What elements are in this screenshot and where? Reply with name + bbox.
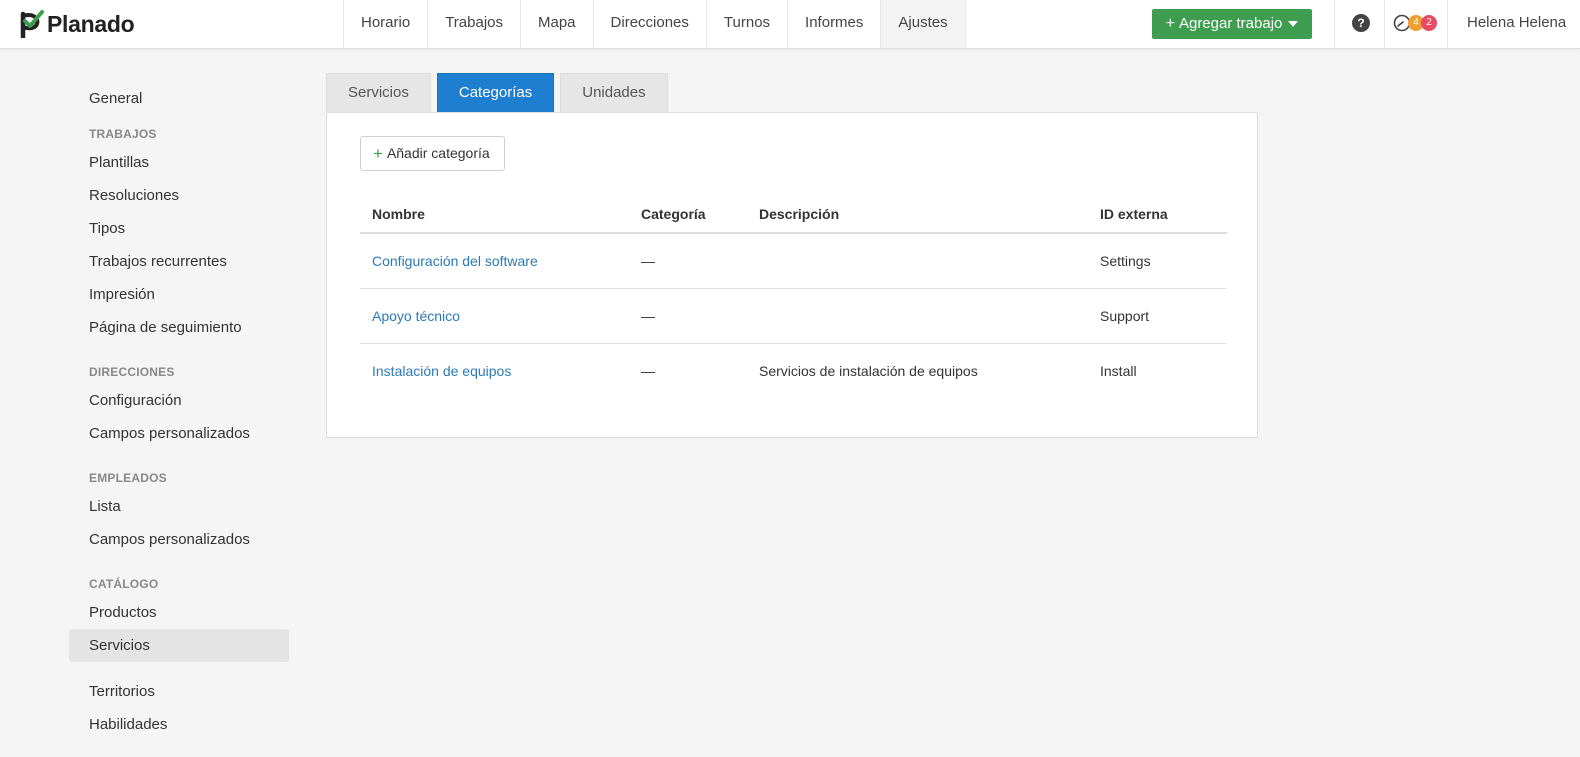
user-menu[interactable]: Helena Helena xyxy=(1467,0,1566,48)
help-icon[interactable]: ? xyxy=(1352,14,1370,32)
top-navbar: Planado Horario Trabajos Mapa Direccione… xyxy=(0,0,1580,49)
tab-servicios[interactable]: Servicios xyxy=(326,73,431,113)
divider xyxy=(1334,0,1335,48)
sidebar-heading-catalogo: CATÁLOGO xyxy=(89,577,159,591)
plus-icon: + xyxy=(373,144,383,163)
sidebar-item-pagina-seguimiento[interactable]: Página de seguimiento xyxy=(69,311,289,344)
category-external-id: Settings xyxy=(1088,233,1227,289)
category-parent: — xyxy=(629,288,747,344)
tab-unidades[interactable]: Unidades xyxy=(560,73,668,113)
sidebar-item-general[interactable]: General xyxy=(69,82,289,115)
nav-ajustes[interactable]: Ajustes xyxy=(881,0,966,48)
sidebar-item-tipos[interactable]: Tipos xyxy=(69,212,289,245)
sidebar-heading-empleados: EMPLEADOS xyxy=(89,471,167,485)
sidebar-heading-trabajos: TRABAJOS xyxy=(89,127,157,141)
sidebar-item-lista[interactable]: Lista xyxy=(69,490,289,523)
column-header-nombre[interactable]: Nombre xyxy=(360,195,629,234)
category-name-link[interactable]: Apoyo técnico xyxy=(360,288,629,344)
logo-icon xyxy=(20,10,44,38)
category-name-link[interactable]: Configuración del software xyxy=(360,233,629,289)
notifications[interactable]: 4 2 xyxy=(1393,13,1437,33)
sidebar-item-campos-direcciones[interactable]: Campos personalizados xyxy=(69,417,289,450)
nav-mapa[interactable]: Mapa xyxy=(521,0,594,48)
tab-categorias[interactable]: Categorías xyxy=(436,73,555,113)
sidebar-item-plantillas[interactable]: Plantillas xyxy=(69,146,289,179)
add-job-label: Agregar trabajo xyxy=(1178,15,1283,32)
nav-informes[interactable]: Informes xyxy=(788,0,882,48)
sidebar-item-productos[interactable]: Productos xyxy=(69,596,289,629)
add-job-button[interactable]: + Agregar trabajo xyxy=(1152,9,1312,39)
category-description xyxy=(747,233,1088,289)
table-row[interactable]: Configuración del software — Settings xyxy=(360,233,1227,289)
column-header-categoria[interactable]: Categoría xyxy=(629,195,747,234)
categories-table: Nombre Categoría Descripción ID externa … xyxy=(360,195,1227,398)
category-name-link[interactable]: Instalación de equipos xyxy=(360,343,629,398)
notification-badge-red: 2 xyxy=(1421,15,1437,31)
sidebar-item-campos-empleados[interactable]: Campos personalizados xyxy=(69,523,289,556)
caret-down-icon xyxy=(1288,21,1299,28)
logo-text: Planado xyxy=(47,10,135,37)
category-description xyxy=(747,288,1088,344)
categories-panel: + Añadir categoría Nombre Categoría Desc… xyxy=(326,112,1258,438)
sidebar-item-servicios[interactable]: Servicios xyxy=(69,629,289,662)
column-header-descripcion[interactable]: Descripción xyxy=(747,195,1088,234)
plus-icon: + xyxy=(1165,15,1175,32)
column-header-id-externa[interactable]: ID externa xyxy=(1088,195,1227,234)
nav-turnos[interactable]: Turnos xyxy=(707,0,789,48)
category-external-id: Support xyxy=(1088,288,1227,344)
add-category-label: Añadir categoría xyxy=(386,145,490,161)
settings-sidebar: General TRABAJOS Plantillas Resoluciones… xyxy=(69,82,289,741)
sidebar-item-trabajos-recurrentes[interactable]: Trabajos recurrentes xyxy=(69,245,289,278)
table-header-row: Nombre Categoría Descripción ID externa xyxy=(360,195,1227,234)
divider xyxy=(1384,0,1385,48)
category-external-id: Install xyxy=(1100,362,1137,379)
main-nav: Horario Trabajos Mapa Direcciones Turnos… xyxy=(343,0,966,48)
sidebar-item-resoluciones[interactable]: Resoluciones xyxy=(69,179,289,212)
nav-direcciones[interactable]: Direcciones xyxy=(594,0,707,48)
category-description: Servicios de instalación de equipos xyxy=(759,362,978,379)
divider xyxy=(1447,0,1448,48)
category-parent: — xyxy=(641,362,655,379)
sidebar-item-territorios[interactable]: Territorios xyxy=(69,675,289,708)
sidebar-item-habilidades[interactable]: Habilidades xyxy=(69,708,289,741)
sidebar-item-configuracion[interactable]: Configuración xyxy=(69,384,289,417)
category-parent: — xyxy=(629,233,747,289)
sidebar-item-impresion[interactable]: Impresión xyxy=(69,278,289,311)
add-category-button[interactable]: + Añadir categoría xyxy=(360,136,505,171)
table-row[interactable]: Apoyo técnico — Support xyxy=(360,288,1227,344)
table-row[interactable]: Instalación de equipos — Servicios de in… xyxy=(360,343,1227,398)
logo[interactable]: Planado xyxy=(19,9,135,39)
sidebar-heading-direcciones: DIRECCIONES xyxy=(89,365,175,379)
catalog-tabs: Servicios Categorías Unidades xyxy=(326,73,674,113)
nav-trabajos[interactable]: Trabajos xyxy=(428,0,521,48)
nav-horario[interactable]: Horario xyxy=(344,0,429,48)
